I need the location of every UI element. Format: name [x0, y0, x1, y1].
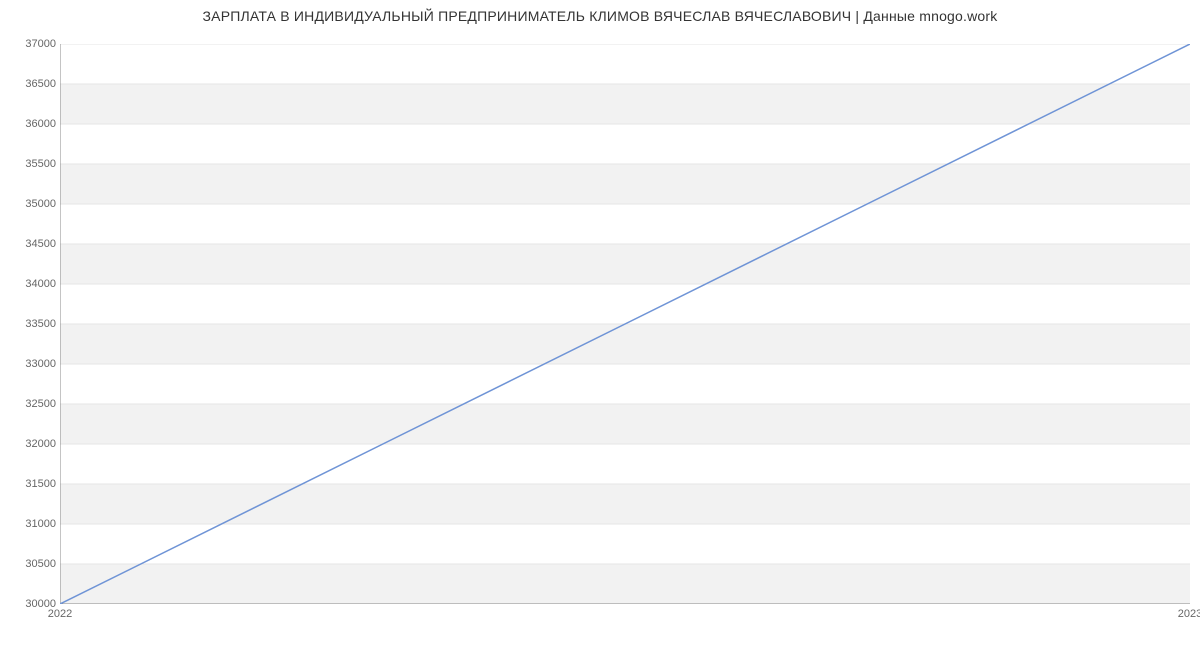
y-tick-label: 31500 — [0, 478, 56, 490]
chart-title: ЗАРПЛАТА В ИНДИВИДУАЛЬНЫЙ ПРЕДПРИНИМАТЕЛ… — [0, 8, 1200, 24]
y-tick-label: 35000 — [0, 198, 56, 210]
y-tick-label: 37000 — [0, 38, 56, 50]
x-tick-label: 2023 — [1178, 608, 1200, 620]
y-axis-tick-labels: 3000030500310003150032000325003300033500… — [0, 44, 56, 604]
y-tick-label: 33000 — [0, 358, 56, 370]
salary-line-chart: ЗАРПЛАТА В ИНДИВИДУАЛЬНЫЙ ПРЕДПРИНИМАТЕЛ… — [0, 0, 1200, 650]
y-tick-label: 32500 — [0, 398, 56, 410]
y-tick-label: 34000 — [0, 278, 56, 290]
y-tick-label: 36500 — [0, 78, 56, 90]
y-tick-label: 30500 — [0, 558, 56, 570]
y-tick-label: 31000 — [0, 518, 56, 530]
y-tick-label: 35500 — [0, 158, 56, 170]
y-tick-label: 32000 — [0, 438, 56, 450]
y-tick-label: 36000 — [0, 118, 56, 130]
plot-area — [60, 44, 1190, 604]
plot-svg — [60, 44, 1190, 604]
y-tick-label: 33500 — [0, 318, 56, 330]
x-axis-tick-labels: 20222023 — [60, 608, 1190, 628]
x-tick-label: 2022 — [48, 608, 72, 620]
y-tick-label: 34500 — [0, 238, 56, 250]
